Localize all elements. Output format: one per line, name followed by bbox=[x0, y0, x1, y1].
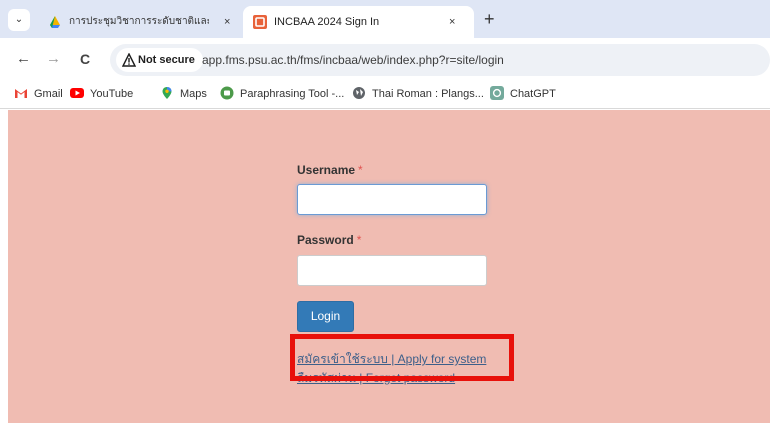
bookmark-gmail[interactable]: Gmail bbox=[14, 81, 63, 109]
bookmark-maps[interactable]: Maps bbox=[160, 81, 207, 109]
bookmark-label: YouTube bbox=[90, 88, 134, 100]
drive-icon bbox=[50, 16, 60, 28]
security-label: Not secure bbox=[138, 54, 195, 66]
highlight-box bbox=[290, 334, 514, 381]
security-indicator[interactable]: Not secure bbox=[116, 48, 203, 72]
username-label: Username * bbox=[297, 163, 363, 177]
globe-icon bbox=[353, 87, 365, 100]
required-mark: * bbox=[356, 233, 362, 247]
login-page: Username * Password * Login สมัครเข้าใช้ระ… bbox=[8, 110, 770, 423]
warning-icon bbox=[122, 53, 136, 67]
bookmark-chatgpt[interactable]: ChatGPT bbox=[490, 81, 556, 109]
bookmark-youtube[interactable]: YouTube bbox=[70, 81, 133, 109]
username-label-text: Username bbox=[297, 163, 356, 177]
tab-title: INCBAA 2024 Sign In bbox=[274, 16, 380, 28]
bookmark-label: ChatGPT bbox=[510, 88, 556, 100]
bookmark-label: Gmail bbox=[34, 88, 63, 100]
close-tab-icon[interactable]: × bbox=[224, 6, 230, 38]
gmail-icon bbox=[15, 89, 27, 99]
close-tab-icon[interactable]: × bbox=[449, 6, 455, 38]
forward-button[interactable]: → bbox=[46, 50, 61, 68]
bookmark-label: Thai Roman : Plangs... bbox=[372, 88, 484, 100]
password-input[interactable] bbox=[297, 255, 487, 286]
bookmarks-bar: Gmail YouTube Maps Paraphrasing Tool -..… bbox=[0, 81, 770, 109]
password-label-text: Password bbox=[297, 233, 354, 247]
tab-strip: ⌄ การประชุมวิชาการระดับชาติและนานาชาติ ×… bbox=[0, 0, 770, 38]
youtube-icon bbox=[70, 88, 84, 99]
username-input[interactable] bbox=[297, 184, 487, 215]
url-text[interactable]: app.fms.psu.ac.th/fms/incbaa/web/index.p… bbox=[202, 44, 504, 76]
tab-title: การประชุมวิชาการระดับชาติและนานาชาติ bbox=[69, 16, 209, 27]
tab-incbaa-sign-in[interactable]: INCBAA 2024 Sign In × bbox=[243, 6, 474, 38]
bookmark-label: Paraphrasing Tool -... bbox=[240, 88, 345, 100]
address-bar[interactable]: Not secure app.fms.psu.ac.th/fms/incbaa/… bbox=[110, 44, 770, 76]
chatgpt-icon bbox=[490, 86, 504, 101]
back-button[interactable]: ← bbox=[16, 50, 31, 68]
tab-conference[interactable]: การประชุมวิชาการระดับชาติและนานาชาติ × bbox=[38, 6, 243, 38]
new-tab-button[interactable]: + bbox=[484, 8, 495, 30]
required-mark: * bbox=[358, 163, 363, 177]
bookmark-paraphrasing-tool[interactable]: Paraphrasing Tool -... bbox=[220, 81, 344, 109]
bookmark-thai-roman[interactable]: Thai Roman : Plangs... bbox=[352, 81, 484, 109]
password-label: Password * bbox=[297, 233, 361, 247]
site-favicon-icon bbox=[253, 15, 267, 29]
reload-button[interactable]: C bbox=[80, 50, 90, 68]
tab-search-menu-button[interactable]: ⌄ bbox=[8, 9, 30, 31]
bookmark-label: Maps bbox=[180, 88, 207, 100]
browser-window: ⌄ การประชุมวิชาการระดับชาติและนานาชาติ ×… bbox=[0, 0, 770, 423]
browser-toolbar: ← → C Not secure app.fms.psu.ac.th/fms/i… bbox=[0, 38, 770, 81]
maps-icon bbox=[162, 87, 172, 100]
login-button[interactable]: Login bbox=[297, 301, 354, 332]
quillbot-icon bbox=[220, 86, 234, 100]
